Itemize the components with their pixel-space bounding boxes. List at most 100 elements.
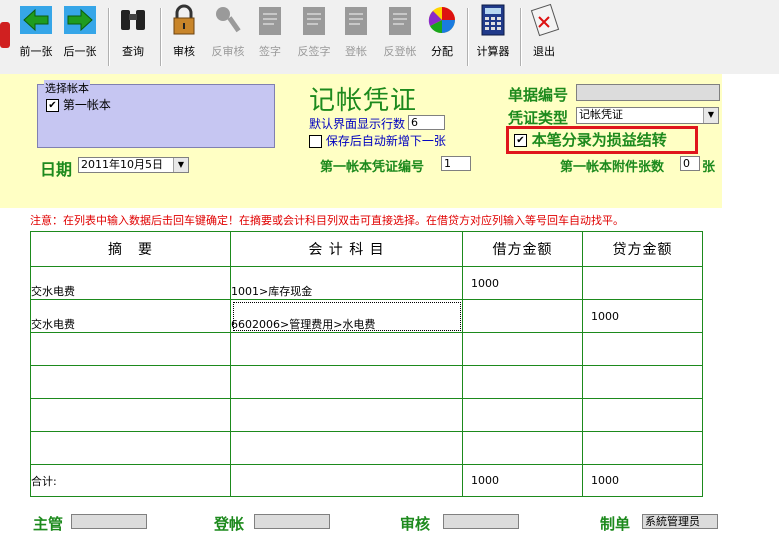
account-book-legend: 选择帐本 — [44, 80, 90, 96]
table-row — [30, 398, 703, 432]
debit-cell[interactable] — [462, 332, 583, 366]
toolbar-separator — [467, 8, 469, 66]
account-cell[interactable]: 1001>库存现金 — [230, 266, 463, 300]
debit-cell[interactable]: 1000 — [462, 266, 583, 300]
attach-count-label: 第一帐本附件张数 — [560, 160, 665, 175]
default-rows-input[interactable]: 6 — [408, 115, 445, 130]
post-button[interactable]: 登帐 — [338, 2, 374, 59]
query-button[interactable]: 查询 — [115, 2, 151, 59]
credit-cell[interactable] — [582, 431, 703, 465]
audit-input[interactable] — [443, 514, 519, 529]
summary-cell[interactable] — [30, 365, 231, 399]
supervisor-label: 主管 — [33, 515, 64, 533]
table-row — [30, 365, 703, 399]
unpost-button[interactable]: 反登帐 — [378, 2, 422, 59]
table-row: 交水电费 1001>库存现金 1000 — [30, 266, 703, 300]
table-header-row: 摘 要 会 计 科 目 借方金额 贷方金额 — [30, 231, 703, 267]
date-label: 日期 — [40, 160, 73, 179]
calculator-icon — [481, 4, 505, 36]
auto-new-option[interactable]: 保存后自动新增下一张 — [309, 132, 446, 149]
document-icon — [259, 7, 281, 35]
audit-button[interactable]: 审核 — [166, 2, 202, 59]
debit-cell[interactable] — [462, 365, 583, 399]
page-title: 记帐凭证 — [309, 86, 418, 116]
attach-unit: 张 — [702, 160, 716, 175]
exit-button[interactable]: 退出 — [526, 2, 562, 59]
summary-cell[interactable]: 交水电费 — [30, 299, 231, 333]
maker-input[interactable]: 系統管理员 — [642, 514, 718, 529]
total-label: 合计: — [30, 464, 231, 497]
profit-transfer-checkbox[interactable]: ✔ — [514, 134, 527, 147]
total-account-cell — [230, 464, 463, 497]
debit-cell[interactable] — [462, 398, 583, 432]
attach-count-input[interactable]: 0 — [680, 156, 700, 171]
auto-new-checkbox[interactable] — [309, 135, 322, 148]
auto-new-label: 保存后自动新增下一张 — [325, 134, 446, 148]
exit-icon — [530, 3, 560, 37]
total-debit: 1000 — [462, 464, 583, 497]
summary-cell[interactable]: 交水电费 — [30, 266, 231, 300]
toolbar-separator — [108, 8, 110, 66]
posting-input[interactable] — [254, 514, 330, 529]
account-book-item[interactable]: ✔ 第一帐本 — [46, 96, 111, 113]
col-debit-header: 借方金额 — [462, 231, 583, 267]
credit-cell[interactable] — [582, 266, 703, 300]
unaudit-button[interactable]: 反审核 — [206, 2, 250, 59]
summary-cell[interactable] — [30, 398, 231, 432]
profit-transfer-option[interactable]: ✔ 本笔分录为损益结转 — [514, 129, 667, 150]
toolbar-separator — [160, 8, 162, 66]
sign-button[interactable]: 签字 — [252, 2, 288, 59]
account-cell[interactable]: 6602006>管理费用>水电费 — [230, 299, 463, 333]
summary-cell[interactable] — [30, 332, 231, 366]
date-value: 2011年10月5日 — [81, 158, 163, 171]
account-book-checkbox[interactable]: ✔ — [46, 99, 59, 112]
debit-cell[interactable] — [462, 431, 583, 465]
unsign-button[interactable]: 反签字 — [292, 2, 336, 59]
key-icon — [216, 7, 241, 33]
voucher-type-label: 凭证类型 — [508, 109, 569, 127]
credit-cell[interactable] — [582, 332, 703, 366]
voucher-type-select[interactable]: 记帐凭证 ▼ — [576, 107, 719, 124]
next-button[interactable]: 后一张 — [62, 2, 98, 59]
table-row — [30, 332, 703, 366]
prev-button[interactable]: 前一张 — [18, 2, 54, 59]
summary-cell[interactable] — [30, 431, 231, 465]
account-cell[interactable] — [230, 398, 463, 432]
document-icon — [303, 7, 325, 35]
supervisor-input[interactable] — [71, 514, 147, 529]
doc-no-input[interactable] — [576, 84, 720, 101]
profit-transfer-label: 本笔分录为损益结转 — [531, 131, 667, 149]
credit-cell[interactable] — [582, 398, 703, 432]
doc-no-label: 单据编号 — [508, 86, 569, 104]
date-picker[interactable]: 2011年10月5日 ▼ — [78, 157, 189, 173]
voucher-type-value: 记帐凭证 — [579, 108, 623, 121]
allocate-button[interactable]: 分配 — [424, 2, 460, 59]
default-rows-label: 默认界面显示行数 — [309, 117, 406, 131]
account-cell[interactable] — [230, 332, 463, 366]
document-icon — [345, 7, 367, 35]
voucher-no-input[interactable]: 1 — [441, 156, 471, 171]
total-credit: 1000 — [582, 464, 703, 497]
entry-table: 摘 要 会 计 科 目 借方金额 贷方金额 交水电费 1001>库存现金 100… — [30, 231, 703, 497]
table-row — [30, 431, 703, 465]
col-credit-header: 贷方金额 — [582, 231, 703, 267]
account-cell[interactable] — [230, 365, 463, 399]
account-cell[interactable] — [230, 431, 463, 465]
maker-label: 制单 — [600, 515, 631, 533]
credit-cell[interactable] — [582, 365, 703, 399]
table-total-row: 合计: 1000 1000 — [30, 464, 703, 497]
chevron-down-icon[interactable]: ▼ — [173, 158, 188, 172]
binoculars-icon — [121, 10, 145, 30]
col-summary-header: 摘 要 — [30, 231, 231, 267]
credit-cell[interactable]: 1000 — [582, 299, 703, 333]
toolbar: 前一张 后一张 查询 审核 反审核 签字 反签字 登帐 反登帐 分配 计算器 退… — [0, 0, 779, 74]
chevron-down-icon[interactable]: ▼ — [703, 108, 718, 123]
calculator-button[interactable]: 计算器 — [472, 2, 514, 59]
document-icon — [389, 7, 411, 35]
audit-label: 审核 — [400, 515, 431, 533]
col-account-header: 会 计 科 目 — [230, 231, 463, 267]
toolbar-separator — [520, 8, 522, 66]
posting-label: 登帐 — [214, 515, 245, 533]
partial-icon — [0, 22, 10, 48]
debit-cell[interactable] — [462, 299, 583, 333]
